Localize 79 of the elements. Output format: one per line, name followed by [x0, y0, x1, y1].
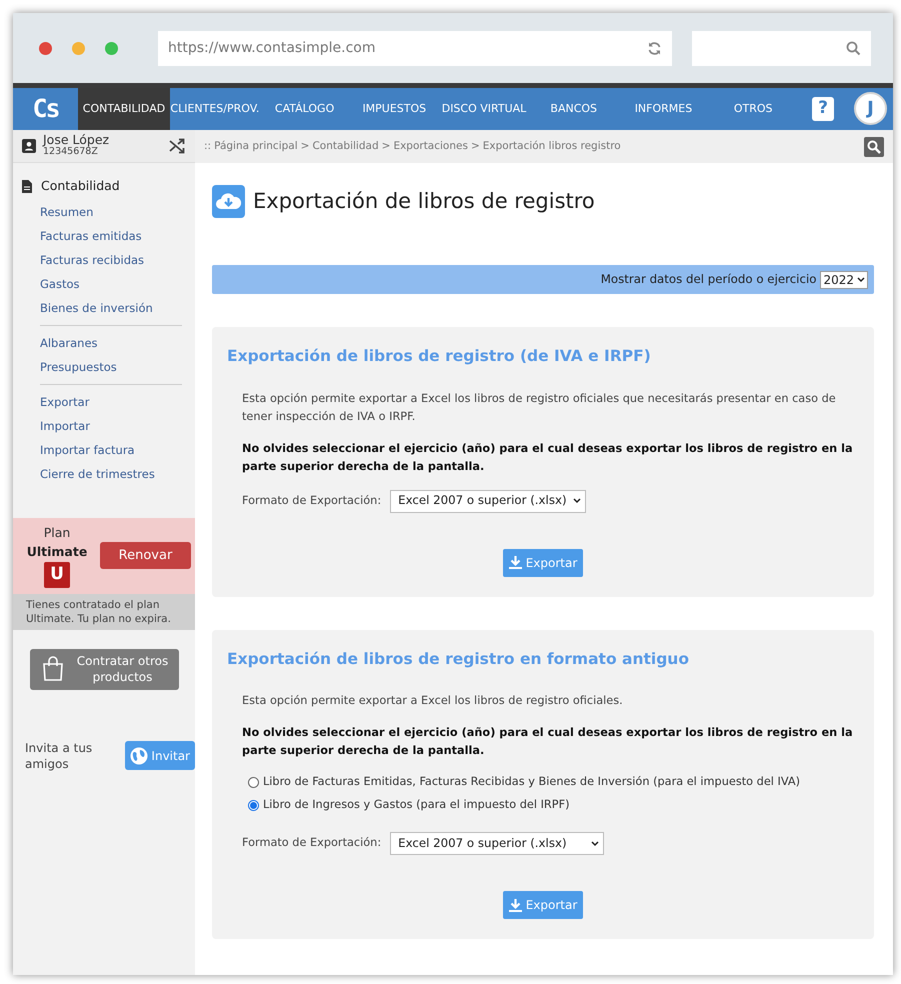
- format-label: Formato de Exportación:: [242, 492, 382, 509]
- plan-badge: U: [44, 562, 70, 588]
- plan-label: Plan: [44, 524, 70, 542]
- sidebar-link[interactable]: Resumen: [13, 200, 195, 224]
- nav-tab[interactable]: CLIENTES/PROV.: [170, 88, 260, 130]
- chevron-down-icon: [857, 276, 865, 282]
- reload-icon[interactable]: [647, 40, 662, 56]
- radio-button[interactable]: [248, 777, 259, 788]
- nav-tab[interactable]: INFORMES: [618, 88, 708, 130]
- nav-tab[interactable]: BANCOS: [528, 88, 619, 130]
- radio-label[interactable]: Libro de Facturas Emitidas, Facturas Recibidas y Bienes de Inversión (para el impuesto del IVA): [263, 774, 800, 792]
- address-bar[interactable]: https://www.contasimple.com: [158, 30, 672, 66]
- shuffle-icon[interactable]: [169, 138, 185, 154]
- invite-text: Invita a tus amigos: [25, 740, 94, 772]
- sidebar-link[interactable]: Presupuestos: [13, 354, 195, 379]
- period-label: Mostrar datos del período o ejercicio: [600, 270, 816, 288]
- sidebar-link[interactable]: Facturas emitidas: [13, 224, 195, 248]
- document-icon: [21, 178, 33, 194]
- nav-tab[interactable]: CATÁLOGO: [260, 88, 350, 130]
- format-select[interactable]: Excel 2007 o superior (.xlsx): [390, 832, 604, 856]
- search-icon: [867, 140, 881, 154]
- sidebar-link[interactable]: Albaranes: [13, 330, 195, 355]
- nav-tab[interactable]: OTROS: [708, 88, 798, 130]
- radio-button[interactable]: [248, 800, 259, 812]
- sidebar-heading[interactable]: Contabilidad: [41, 177, 120, 196]
- breadcrumb-separator: >: [470, 138, 480, 154]
- download-icon: [508, 556, 522, 570]
- section-title: Exportación de libros de registro en formato antiguo: [227, 650, 690, 668]
- cloud-download-icon: [212, 185, 245, 218]
- chevron-down-icon: [591, 840, 600, 847]
- plan-note: Tienes contratado el plan Ultimate. Tu plan no expira.: [13, 594, 195, 630]
- year-select[interactable]: 2022: [820, 270, 868, 288]
- search-icon: [846, 40, 861, 56]
- help-button[interactable]: ?: [812, 97, 834, 121]
- sidebar-link[interactable]: Importar factura: [13, 438, 195, 462]
- search-button[interactable]: [864, 136, 884, 156]
- download-icon: [508, 898, 522, 912]
- breadcrumb-link[interactable]: Página principal: [214, 138, 298, 154]
- sidebar-link[interactable]: Gastos: [13, 272, 195, 296]
- sidebar-link[interactable]: Cierre de trimestres: [13, 462, 195, 486]
- avatar[interactable]: J: [854, 92, 888, 125]
- radio-label[interactable]: Libro de Ingresos y Gastos (para el impuesto del IRPF): [263, 797, 570, 814]
- breadcrumb-link[interactable]: Contabilidad: [312, 138, 379, 154]
- window-control-icon[interactable]: [39, 42, 52, 54]
- breadcrumb-separator: >: [300, 138, 310, 154]
- user-id: 12345678Z: [43, 146, 98, 158]
- chevron-down-icon: [572, 498, 581, 504]
- export-button[interactable]: Exportar: [502, 891, 584, 920]
- format-select[interactable]: Excel 2007 o superior (.xlsx): [390, 490, 586, 513]
- page-title: Exportación de libros de registro: [253, 188, 595, 214]
- breadcrumb-separator: >: [382, 138, 390, 154]
- sidebar-link[interactable]: Bienes de inversión: [13, 296, 195, 320]
- section-title: Exportación de libros de registro (de IVA e IRPF): [227, 347, 652, 366]
- logo[interactable]: Cs: [13, 88, 78, 130]
- sidebar-link[interactable]: Importar: [13, 414, 195, 438]
- browser-search-field[interactable]: [692, 30, 871, 66]
- nav-tab[interactable]: DISCO VIRTUAL: [439, 88, 529, 130]
- invite-button[interactable]: Invitar: [125, 741, 195, 770]
- plan-name: Ultimate: [26, 542, 88, 561]
- section-text: Esta opción permite exportar a Excel los libros de registro oficiales que necesitarás presentar en caso de tener inspección de IVA o IRPF.: [242, 390, 837, 425]
- window-control-icon[interactable]: [105, 42, 118, 54]
- sidebar-link[interactable]: Exportar: [13, 390, 195, 414]
- contact-card-icon: [21, 138, 37, 154]
- user-name: Jose López: [43, 134, 110, 146]
- format-label: Formato de Exportación:: [242, 835, 382, 852]
- sidebar-link[interactable]: Facturas recibidas: [13, 248, 195, 272]
- breadcrumb-prefix: ::: [204, 138, 212, 154]
- section-text: No olvides seleccionar el ejercicio (año) para el cual deseas exportar los libros de registro en la parte superior derecha de la pantalla.: [242, 440, 854, 475]
- contract-products-button[interactable]: Contratar otros productos: [30, 648, 179, 690]
- section-text: No olvides seleccionar el ejercicio (año) para el cual deseas exportar los libros de registro en la parte superior derecha de la pantalla.: [242, 725, 854, 760]
- section-text: Esta opción permite exportar a Excel los libros de registro oficiales.: [242, 693, 624, 710]
- renew-button[interactable]: Renovar: [100, 542, 191, 570]
- globe-icon: [130, 746, 148, 765]
- export-button[interactable]: Exportar: [502, 548, 584, 577]
- breadcrumb-link[interactable]: Exportaciones: [393, 138, 468, 154]
- nav-tab[interactable]: IMPUESTOS: [349, 88, 440, 130]
- breadcrumb-current: Exportación libros registro: [482, 138, 621, 154]
- shopping-bag-icon: [42, 656, 64, 682]
- nav-tab[interactable]: CONTABILIDAD: [78, 88, 170, 130]
